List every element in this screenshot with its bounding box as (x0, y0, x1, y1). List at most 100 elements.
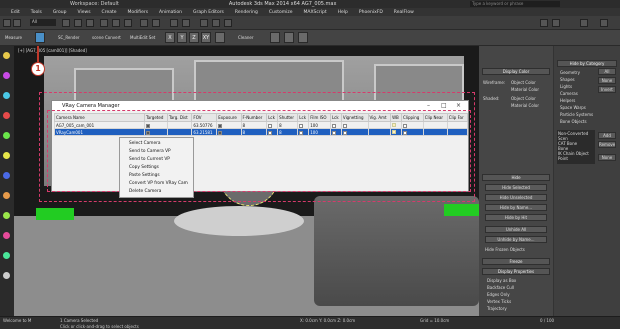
menu-modifiers[interactable]: Modifiers (128, 10, 149, 15)
category-bone-objects[interactable]: Bone Objects (560, 119, 587, 124)
tool-icon-5[interactable] (3, 132, 10, 139)
menu-rendering[interactable]: Rendering (235, 10, 258, 15)
menu-animation[interactable]: Animation (159, 10, 182, 15)
menu-send-to-current-vp[interactable]: Send to Current VP (120, 156, 193, 164)
multiedit-label[interactable]: MultiEdit Set (130, 35, 155, 40)
search-input[interactable]: Type a keyword or phrase (470, 1, 560, 7)
layer-icon[interactable] (540, 19, 548, 27)
hide-header[interactable]: Hide (482, 174, 550, 181)
redo-icon[interactable] (13, 19, 21, 27)
menu-maxscript[interactable]: MAXScript (304, 10, 327, 15)
backface-cull-checkbox[interactable]: Backface Cull (487, 285, 514, 290)
hide-unselected-button[interactable]: Hide Unselected (485, 194, 547, 201)
xy-axis-icon[interactable]: XY (201, 32, 211, 43)
tool-icon-9[interactable] (3, 212, 10, 219)
rectangle-select-icon[interactable] (86, 19, 94, 27)
display-color-header[interactable]: Display Color (482, 68, 550, 75)
tool-icon-10[interactable] (3, 232, 10, 239)
hide-by-category-header[interactable]: Hide by Category (557, 60, 617, 67)
link-icon[interactable] (215, 32, 225, 43)
menu-paste-settings[interactable]: Paste Settings (120, 172, 193, 180)
x-axis-icon[interactable]: X (165, 32, 175, 43)
category-cameras[interactable]: Cameras (560, 91, 578, 96)
none-button[interactable]: None (598, 77, 616, 84)
menu-copy-settings[interactable]: Copy Settings (120, 164, 193, 172)
shaded-material-color-radio[interactable]: Material Color (511, 103, 539, 108)
sc-render-label[interactable]: SC_Render (58, 35, 80, 40)
menu-help[interactable]: Help (338, 10, 348, 15)
display-properties-header[interactable]: Display Properties (482, 268, 550, 275)
tool-icon-7[interactable] (3, 172, 10, 179)
category-space-warps[interactable]: Space Warps (560, 105, 586, 110)
move-icon[interactable] (100, 19, 108, 27)
tool-icon-2[interactable] (3, 72, 10, 79)
hide-frozen-checkbox[interactable]: Hide Frozen Objects (485, 247, 525, 252)
menu-edit[interactable]: Edit (11, 10, 20, 15)
tool-icon-b[interactable] (284, 32, 294, 43)
category-geometry[interactable]: Geometry (560, 70, 580, 75)
edges-only-checkbox[interactable]: Edges Only (487, 292, 510, 297)
scale-icon[interactable] (124, 19, 132, 27)
unhide-all-button[interactable]: Unhide All (485, 226, 547, 233)
tool-icon-11[interactable] (3, 252, 10, 259)
list-item[interactable]: Point (558, 156, 594, 161)
menu-select-camera[interactable]: Select Camera (120, 140, 193, 148)
menu-group[interactable]: Group (53, 10, 67, 15)
menu-convert-vp[interactable]: Convert VP from VRay Cam (120, 180, 193, 188)
menu-delete-camera[interactable]: Delete Camera (120, 188, 193, 196)
tool-icon-c[interactable] (298, 32, 308, 43)
category-shapes[interactable]: Shapes (560, 77, 575, 82)
select-icon[interactable] (62, 19, 70, 27)
tool-icon-8[interactable] (3, 192, 10, 199)
mirror-icon[interactable] (170, 19, 178, 27)
tool-icon-12[interactable] (3, 272, 10, 279)
menu-create[interactable]: Create (102, 10, 117, 15)
angle-snap-icon[interactable] (152, 19, 160, 27)
unhide-by-name-button[interactable]: Unhide by Name... (485, 236, 547, 243)
tool-icon-a[interactable] (270, 32, 280, 43)
shaded-object-color-radio[interactable]: Object Color (511, 96, 536, 101)
hide-by-hit-button[interactable]: Hide by Hit (485, 214, 547, 221)
category-helpers[interactable]: Helpers (560, 98, 575, 103)
menu-tools[interactable]: Tools (31, 10, 42, 15)
render-setup-icon[interactable] (212, 19, 220, 27)
hide-by-name-button[interactable]: Hide by Name... (485, 204, 547, 211)
y-axis-icon[interactable]: Y (177, 32, 187, 43)
trajectory-checkbox[interactable]: Trajectory (487, 306, 507, 311)
rotate-icon[interactable] (112, 19, 120, 27)
wire-object-color-radio[interactable]: Object Color (511, 80, 536, 85)
vertex-ticks-checkbox[interactable]: Vertex Ticks (487, 299, 511, 304)
category-list[interactable]: Non-Converted Scen CAT Bone Bone IK Chai… (557, 130, 595, 164)
z-axis-icon[interactable]: Z (189, 32, 199, 43)
remove-button[interactable]: Remove (598, 141, 616, 148)
scene-explorer-icon[interactable] (552, 19, 560, 27)
render-icon[interactable] (224, 19, 232, 27)
add-button[interactable]: Add (598, 132, 616, 139)
measure-label[interactable]: Measure (5, 35, 22, 40)
tool-icon-3[interactable] (3, 92, 10, 99)
tool-icon-1[interactable] (3, 52, 10, 59)
selection-filter-dropdown[interactable]: All (30, 19, 56, 26)
tool-icon-4[interactable] (3, 112, 10, 119)
menu-send-to-camera-vp[interactable]: Send to Camera VP (120, 148, 193, 156)
category-lights[interactable]: Lights (560, 84, 572, 89)
menu-views[interactable]: Views (78, 10, 91, 15)
wire-material-color-radio[interactable]: Material Color (511, 87, 539, 92)
menu-phoenixfd[interactable]: PhoenixFD (359, 10, 383, 15)
material-editor-icon[interactable] (200, 19, 208, 27)
workspace-dropdown[interactable]: Workspace: Default (70, 1, 119, 7)
cleaner-label[interactable]: Cleaner (238, 35, 253, 40)
hide-selected-button[interactable]: Hide Selected (485, 184, 547, 191)
freeze-header[interactable]: Freeze (482, 258, 550, 265)
align-icon[interactable] (182, 19, 190, 27)
scene-convert-label[interactable]: scene Convert (92, 35, 121, 40)
camera-manager-icon[interactable] (35, 32, 45, 43)
menu-graph-editors[interactable]: Graph Editors (193, 10, 224, 15)
snap-icon[interactable] (140, 19, 148, 27)
list-item[interactable]: Non-Converted Scen (558, 131, 594, 141)
menu-realflow[interactable]: RealFlow (394, 10, 414, 15)
none2-button[interactable]: None (598, 154, 616, 161)
maxscript-listener[interactable]: Welcome to M (3, 318, 31, 323)
all-button[interactable]: All (598, 68, 616, 75)
close-window-icon[interactable] (600, 19, 608, 27)
